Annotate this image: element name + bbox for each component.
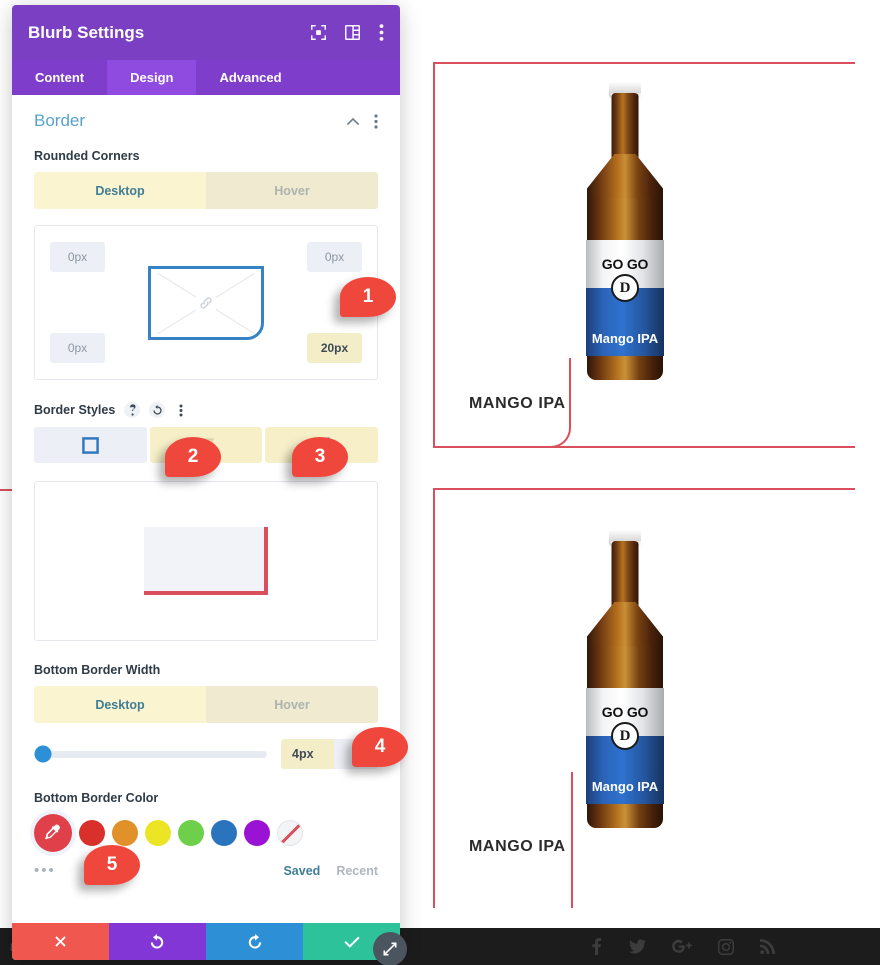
eyedropper-icon[interactable] (34, 814, 72, 852)
blurb-title-vertical-border (571, 772, 573, 908)
layout-panel-icon[interactable] (345, 25, 360, 40)
border-styles-label: Border Styles (34, 403, 116, 417)
rounded-corners-desktop-tab[interactable]: Desktop (34, 172, 206, 209)
bottle-variety-text: Mango IPA (591, 331, 659, 346)
bottom-border-width-hover-tab[interactable]: Hover (206, 686, 378, 723)
callout-pin-5: 5 (84, 845, 140, 885)
undo-button[interactable] (109, 923, 206, 960)
modal-action-bar (12, 923, 400, 960)
preview-area: MANGO IPA GO GO Mango IPA D MANGO IPA GO… (400, 0, 880, 940)
callout-pin-4: 4 (352, 727, 408, 767)
tab-content[interactable]: Content (12, 60, 107, 95)
help-icon[interactable] (124, 402, 141, 418)
instagram-icon[interactable] (718, 938, 734, 955)
focus-icon[interactable] (311, 25, 326, 40)
modal-header: Blurb Settings (12, 5, 400, 60)
bottom-border-width-desktop-tab[interactable]: Desktop (34, 686, 206, 723)
twitter-icon[interactable] (629, 939, 646, 954)
redo-button[interactable] (206, 923, 303, 960)
screen: MANGO IPA GO GO Mango IPA D MANGO IPA GO… (0, 0, 880, 965)
swatch-purple[interactable] (244, 820, 270, 846)
settings-scroll-region: Border Rounded Corners Desktop Hover 0px (12, 95, 400, 923)
corner-input-bottom-left[interactable]: 0px (50, 333, 105, 363)
divi-d-badge-icon: D (611, 274, 639, 302)
tab-advanced[interactable]: Advanced (196, 60, 304, 95)
bottle-variety-text: Mango IPA (591, 779, 659, 794)
bottle-shoulder (587, 154, 663, 202)
more-vertical-icon[interactable] (379, 24, 384, 41)
modal-body: Border Rounded Corners Desktop Hover 0px (12, 95, 400, 923)
tab-design[interactable]: Design (107, 60, 197, 95)
undo-icon (150, 934, 164, 949)
chevron-up-icon[interactable] (346, 117, 360, 126)
bottom-border-width-value[interactable]: 4px (281, 739, 334, 769)
modal-header-actions (311, 24, 384, 41)
corner-radius-preview (148, 265, 264, 340)
blurb-title-1: MANGO IPA (469, 395, 566, 412)
bottle-neck (611, 93, 639, 161)
bottle-image-1: GO GO Mango IPA D (575, 82, 675, 382)
link-icon[interactable] (196, 292, 216, 313)
footer-social-links[interactable] (590, 938, 775, 955)
callout-pin-1: 1 (340, 277, 396, 317)
callout-pin-2: 2 (165, 437, 221, 477)
modal-tabs: Content Design Advanced (12, 60, 400, 95)
bottle-brand-text: GO GO (601, 704, 649, 720)
border-preview-rect (144, 527, 268, 595)
swatch-yellow[interactable] (145, 820, 171, 846)
google-plus-icon[interactable] (672, 939, 692, 954)
swatch-none[interactable] (277, 820, 303, 846)
blurb-module-1[interactable]: MANGO IPA GO GO Mango IPA D (433, 62, 855, 448)
rss-icon[interactable] (760, 939, 775, 954)
bottle-shoulder (587, 602, 663, 650)
blurb-module-2[interactable]: MANGO IPA GO GO Mango IPA D (433, 488, 855, 908)
swatch-blue[interactable] (211, 820, 237, 846)
callout-pin-3: 3 (292, 437, 348, 477)
reset-icon[interactable] (149, 402, 166, 418)
swatch-orange[interactable] (112, 820, 138, 846)
slider-thumb[interactable] (34, 745, 52, 763)
section-title-border: Border (34, 111, 86, 130)
resize-diagonal-icon[interactable] (373, 932, 407, 965)
close-icon (55, 936, 66, 947)
rounded-corners-responsive-toggle: Desktop Hover (34, 172, 378, 209)
swatch-green[interactable] (178, 820, 204, 846)
color-swatches (34, 814, 378, 852)
facebook-icon[interactable] (590, 938, 603, 955)
border-section-header[interactable]: Border (34, 111, 378, 131)
bottom-border-width-responsive-toggle: Desktop Hover (34, 686, 378, 723)
blurb-title-2: MANGO IPA (469, 838, 566, 855)
rounded-corners-label: Rounded Corners (34, 149, 140, 163)
cancel-button[interactable] (12, 923, 109, 960)
bottle-image-2: GO GO Mango IPA D (575, 530, 675, 830)
swatch-red[interactable] (79, 820, 105, 846)
border-style-all-button[interactable] (34, 427, 147, 463)
blurb-top-border (435, 488, 855, 490)
modal-title: Blurb Settings (28, 22, 145, 42)
corner-input-bottom-right[interactable]: 20px (307, 333, 362, 363)
bottle-neck (611, 541, 639, 609)
divi-d-badge-icon: D (611, 722, 639, 750)
more-vertical-icon[interactable] (174, 404, 188, 417)
bottom-border-width-slider[interactable] (34, 745, 267, 763)
bottom-border-color-label: Bottom Border Color (34, 791, 159, 805)
border-styles-label-row: Border Styles (34, 402, 378, 418)
saved-colors-tab[interactable]: Saved (283, 864, 320, 878)
border-preview (34, 481, 378, 641)
check-icon (343, 936, 360, 948)
more-colors-button[interactable]: ••• (34, 862, 283, 879)
recent-colors-tab[interactable]: Recent (336, 864, 378, 878)
rounded-corners-hover-tab[interactable]: Hover (206, 172, 378, 209)
blurb-top-border (435, 62, 855, 64)
corner-input-top-left[interactable]: 0px (50, 242, 105, 272)
bottom-border-width-control: 4px (34, 739, 378, 769)
blurb-settings-modal: Blurb Settings Content Design Advanced B… (12, 5, 400, 960)
more-vertical-icon[interactable] (374, 113, 378, 129)
rounded-corners-panel: 0px 0px 0px 20px (34, 225, 378, 380)
corner-input-top-right[interactable]: 0px (307, 242, 362, 272)
redo-icon (248, 934, 262, 949)
bottom-border-width-label: Bottom Border Width (34, 663, 161, 677)
bottle-brand-text: GO GO (601, 256, 649, 272)
